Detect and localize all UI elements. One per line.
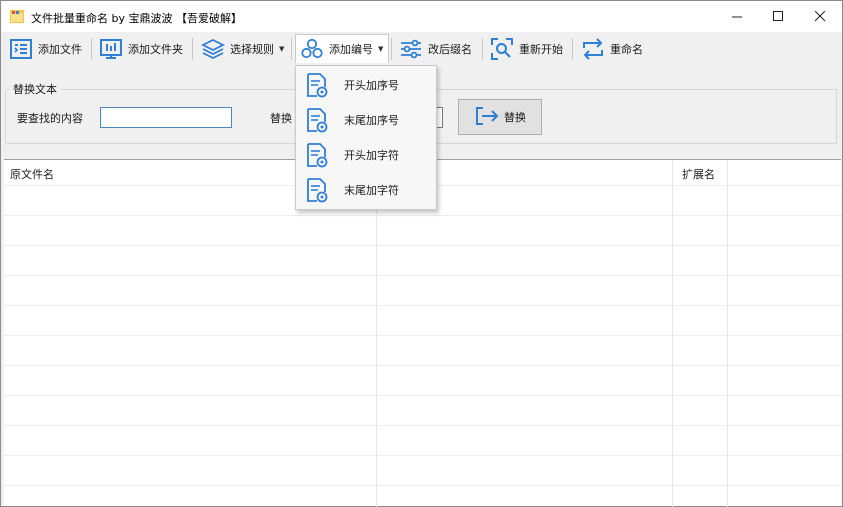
add-folder-button[interactable]: 添加文件夹 [95, 34, 186, 63]
row-divider [4, 485, 841, 486]
title-bar: 文件批量重命名 by 宝鼎波波 【吾爱破解】 [1, 1, 842, 32]
replace-group-title: 替换文本 [9, 81, 61, 97]
row-divider [4, 335, 841, 336]
toolbar: 添加文件 添加文件夹 选择规则 ▼ 添加编号 ▼ 改后缀名 重新开始 重命名 [1, 32, 842, 65]
add-file-label: 添加文件 [38, 42, 82, 56]
rename-label: 重命名 [610, 42, 643, 56]
add-numbering-label: 添加编号 [329, 43, 373, 56]
select-rule-label: 选择规则 [230, 42, 274, 56]
minimize-icon [731, 16, 742, 18]
close-icon [814, 11, 825, 22]
restart-search-icon [489, 36, 515, 62]
toolbar-separator [391, 38, 392, 60]
rename-button[interactable]: 重命名 [577, 34, 646, 63]
maximize-icon [772, 11, 783, 21]
chevron-down-icon: ▼ [378, 45, 384, 53]
replace-with-label: 替换 [270, 112, 292, 125]
minimize-button[interactable] [714, 1, 760, 32]
column-header-extension[interactable]: 扩展名 [682, 166, 715, 182]
find-label: 要查找的内容 [17, 112, 83, 125]
add-file-icon [8, 36, 34, 62]
find-input[interactable] [100, 107, 232, 128]
row-divider [4, 395, 841, 396]
replace-button-label: 替换 [504, 111, 526, 124]
row-divider [4, 305, 841, 306]
menu-item-label: 开头加字符 [344, 149, 399, 162]
window-title: 文件批量重命名 by 宝鼎波波 【吾爱破解】 [31, 12, 242, 25]
close-button[interactable] [797, 1, 843, 32]
restart-label: 重新开始 [519, 42, 563, 56]
add-folder-icon [98, 36, 124, 62]
row-divider [4, 425, 841, 426]
toolbar-separator [482, 38, 483, 60]
file-grid[interactable]: 原文件名 扩展名 [4, 159, 841, 507]
menu-item-prefix-number[interactable]: 开头加序号 [298, 68, 434, 102]
document-settings-icon [304, 141, 330, 169]
add-numbering-button[interactable]: 添加编号 ▼ [295, 34, 389, 63]
numbering-icon [299, 36, 325, 62]
sliders-icon [398, 36, 424, 62]
toolbar-separator [291, 38, 292, 60]
select-rule-button[interactable]: 选择规则 ▼ [197, 34, 287, 63]
rename-arrows-icon [580, 36, 606, 62]
app-window: 文件批量重命名 by 宝鼎波波 【吾爱破解】 添加文件 添加文件夹 选择规则 ▼… [0, 0, 843, 507]
document-settings-icon [304, 71, 330, 99]
toolbar-separator [192, 38, 193, 60]
menu-item-suffix-chars[interactable]: 末尾加字符 [298, 173, 434, 207]
row-divider [4, 215, 841, 216]
change-extension-button[interactable]: 改后缀名 [395, 34, 475, 63]
change-extension-label: 改后缀名 [428, 42, 472, 56]
row-divider [4, 245, 841, 246]
toolbar-separator [91, 38, 92, 60]
app-icon [10, 10, 24, 23]
document-settings-icon [304, 106, 330, 134]
menu-item-suffix-number[interactable]: 末尾加序号 [298, 103, 434, 137]
menu-item-label: 末尾加字符 [344, 184, 399, 197]
row-divider [4, 455, 841, 456]
column-header-original-name[interactable]: 原文件名 [10, 166, 54, 182]
row-divider [4, 365, 841, 366]
replace-arrow-icon [474, 105, 500, 130]
layers-icon [200, 36, 226, 62]
maximize-button[interactable] [755, 1, 801, 32]
add-numbering-menu: 开头加序号 末尾加序号 开头加字符 末尾加字符 [295, 65, 437, 210]
document-settings-icon [304, 176, 330, 204]
replace-button[interactable]: 替换 [458, 99, 542, 135]
row-divider [4, 275, 841, 276]
add-file-button[interactable]: 添加文件 [5, 34, 85, 63]
menu-item-label: 开头加序号 [344, 79, 399, 92]
add-folder-label: 添加文件夹 [128, 42, 183, 56]
chevron-down-icon: ▼ [279, 44, 285, 53]
menu-item-prefix-chars[interactable]: 开头加字符 [298, 138, 434, 172]
menu-item-label: 末尾加序号 [344, 114, 399, 127]
restart-button[interactable]: 重新开始 [486, 34, 566, 63]
toolbar-separator [572, 38, 573, 60]
